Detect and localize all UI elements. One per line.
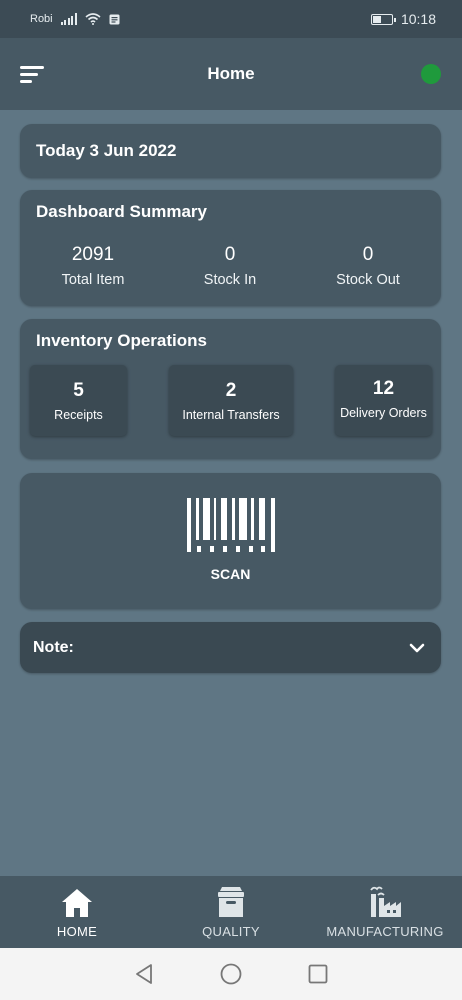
nav-label: HOME — [56, 924, 98, 939]
app-bar: Home — [0, 38, 462, 110]
nav-label: MANUFACTURING — [326, 924, 444, 939]
home-circle-icon[interactable] — [220, 963, 242, 985]
dashboard-summary-title: Dashboard Summary — [36, 202, 207, 221]
op-count: 12 — [372, 377, 395, 399]
inventory-operations-title: Inventory Operations — [36, 331, 207, 350]
stat-label: Total Item — [61, 272, 125, 288]
back-icon[interactable] — [134, 963, 154, 985]
wifi-icon — [85, 13, 101, 25]
scan-button[interactable]: SCAN — [20, 473, 441, 609]
stat-stock-in[interactable]: 0 Stock In — [160, 244, 300, 288]
date-text: Today 3 Jun 2022 — [36, 141, 177, 160]
status-right: 10:18 — [370, 11, 436, 27]
date-card: Today 3 Jun 2022 — [20, 124, 441, 178]
receipts-button[interactable]: 5 Receipts — [30, 365, 127, 436]
online-status-indicator — [421, 64, 441, 84]
note-expander[interactable]: Note: — [20, 622, 441, 673]
nav-label: QUALITY — [202, 924, 260, 939]
bottom-navigation: HOME QUALITY MANUFACTURING — [0, 876, 462, 948]
barcode-icon — [186, 498, 275, 552]
nav-manufacturing[interactable]: MANUFACTURING — [320, 876, 450, 948]
stat-label: Stock In — [203, 272, 257, 288]
inventory-operations-card: Inventory Operations 5 Receipts 2 Intern… — [20, 319, 441, 459]
sort-menu-icon[interactable] — [20, 66, 44, 84]
stat-total-item[interactable]: 2091 Total Item — [23, 244, 163, 288]
delivery-orders-button[interactable]: 12 Delivery Orders — [335, 365, 432, 436]
factory-icon — [370, 886, 401, 917]
op-label: Internal Transfers — [182, 407, 280, 422]
signal-icon — [60, 13, 77, 25]
op-label: Receipts — [54, 407, 103, 422]
op-label: Delivery Orders — [340, 405, 427, 420]
nav-home[interactable]: HOME — [42, 876, 112, 948]
dashboard-summary-card: Dashboard Summary 2091 Total Item 0 Stoc… — [20, 190, 441, 306]
scan-label: SCAN — [210, 566, 251, 582]
system-navigation-bar — [0, 948, 462, 1000]
op-count: 2 — [225, 379, 237, 401]
carrier-name: Robi — [30, 13, 53, 25]
clock: 10:18 — [400, 11, 436, 27]
stat-value: 0 — [362, 244, 374, 265]
internal-transfers-button[interactable]: 2 Internal Transfers — [169, 365, 293, 436]
status-bar: Robi 10:18 — [0, 0, 462, 38]
page-title: Home — [207, 64, 255, 83]
status-left: Robi — [30, 13, 120, 25]
battery-icon — [370, 13, 396, 25]
note-label: Note: — [33, 638, 74, 656]
archive-box-icon — [218, 887, 244, 917]
stat-stock-out[interactable]: 0 Stock Out — [298, 244, 438, 288]
home-icon — [62, 889, 92, 917]
nav-quality[interactable]: QUALITY — [193, 876, 269, 948]
recents-square-icon[interactable] — [308, 964, 328, 984]
stat-value: 0 — [224, 244, 236, 265]
op-count: 5 — [73, 379, 84, 401]
stat-value: 2091 — [71, 244, 115, 265]
stat-label: Stock Out — [336, 272, 400, 288]
notification-icon — [109, 14, 120, 24]
chevron-down-icon[interactable] — [409, 643, 425, 653]
